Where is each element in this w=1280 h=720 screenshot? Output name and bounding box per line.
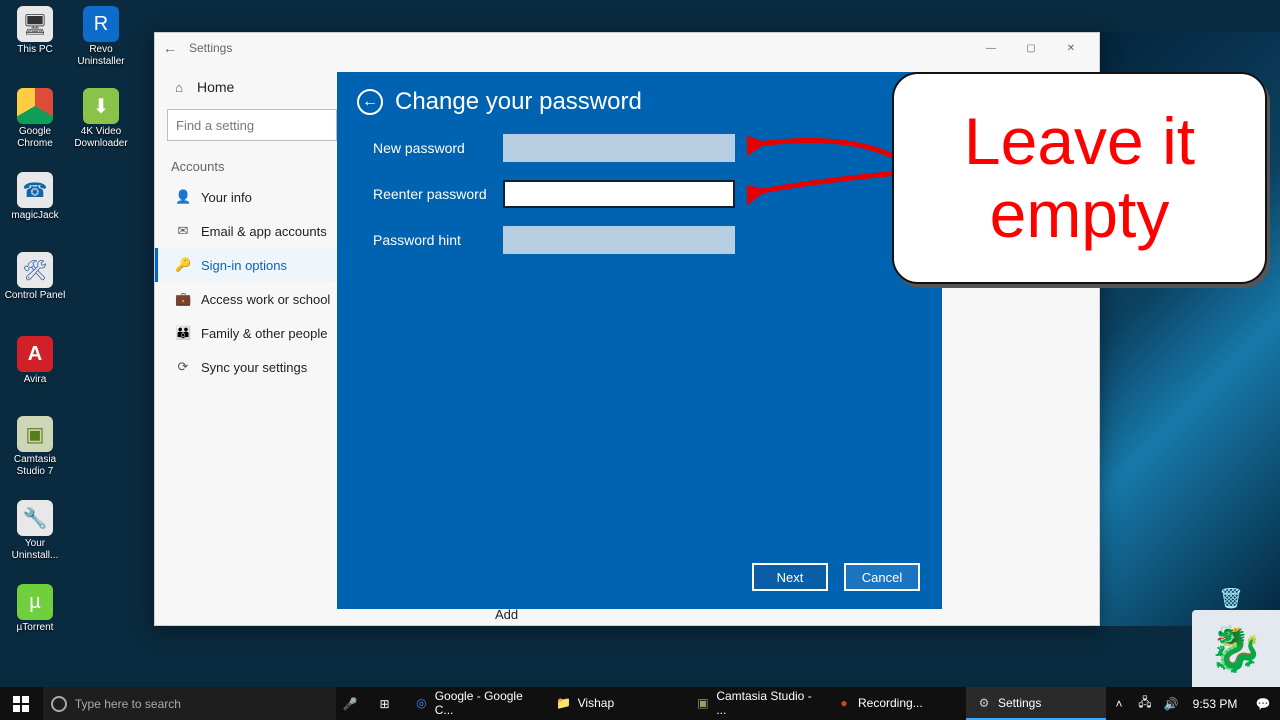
pc-icon: 🖥	[17, 6, 53, 42]
desktop-icon-4kvideo[interactable]: ⬇4K Video Downloader	[70, 88, 132, 150]
desktop-icon-camtasia[interactable]: ▣Camtasia Studio 7	[4, 416, 66, 478]
taskbar-search[interactable]: Type here to search	[43, 687, 336, 720]
folder-task-icon: 📁	[556, 695, 572, 711]
magicjack-icon: ☎	[17, 172, 53, 208]
4k-icon: ⬇	[83, 88, 119, 124]
tray-volume-icon[interactable]: 🔊	[1158, 697, 1184, 711]
sync-icon: ⟳	[175, 359, 191, 375]
task-chrome[interactable]: ◎Google - Google C...	[404, 687, 546, 720]
tray-network-icon[interactable]: 🖧	[1132, 693, 1158, 714]
chrome-task-icon: ◎	[414, 695, 429, 711]
minimize-button[interactable]: —	[971, 34, 1011, 62]
your-uninstaller-icon: 🔧	[17, 500, 53, 536]
desktop-icon-utorrent[interactable]: µµTorrent	[4, 584, 66, 634]
cancel-button[interactable]: Cancel	[844, 563, 920, 591]
search-icon	[51, 696, 67, 712]
email-icon: ✉	[175, 223, 191, 239]
new-password-input[interactable]	[503, 134, 735, 162]
task-explorer[interactable]: 📁Vishap	[546, 687, 686, 720]
cortana-mic[interactable]: 🎤	[336, 687, 365, 720]
control-panel-icon: 🛠	[17, 252, 53, 288]
utorrent-icon: µ	[17, 584, 53, 620]
nav-access-work-school[interactable]: 💼Access work or school	[167, 282, 355, 316]
annotation-callout: Leave it empty	[892, 72, 1267, 284]
settings-sidebar: ⌂ Home Find a setting Accounts 👤Your inf…	[155, 63, 355, 625]
nav-your-info[interactable]: 👤Your info	[167, 180, 355, 214]
task-view-button[interactable]: ⊞	[365, 687, 404, 720]
your-info-icon: 👤	[175, 189, 191, 205]
camtasia-icon: ▣	[17, 416, 53, 452]
taskbar-tasks: ◎Google - Google C... 📁Vishap ▣Camtasia …	[404, 687, 1106, 720]
start-button[interactable]	[0, 687, 43, 720]
chrome-icon	[17, 88, 53, 124]
password-hint-input[interactable]	[503, 226, 735, 254]
desktop-icon-avira[interactable]: AAvira	[4, 336, 66, 386]
home-label: Home	[197, 79, 234, 95]
maximize-button[interactable]: ▢	[1011, 34, 1051, 62]
desktop-icon-chrome[interactable]: Google Chrome	[4, 88, 66, 150]
taskbar: Type here to search 🎤 ⊞ ◎Google - Google…	[0, 687, 1280, 720]
desktop-icon-magicjack[interactable]: ☎magicJack	[4, 172, 66, 222]
sidebar-section-title: Accounts	[167, 155, 355, 180]
taskbar-clock[interactable]: 9:53 PM	[1184, 697, 1246, 711]
nav-sync[interactable]: ⟳Sync your settings	[167, 350, 355, 384]
signin-icon: 🔑	[175, 257, 191, 273]
system-tray: ˄ 🖧 🔊 9:53 PM 💬	[1106, 687, 1280, 720]
reenter-password-input[interactable]	[503, 180, 735, 208]
watermark-logo: 🐉	[1192, 610, 1280, 687]
recording-task-icon: ●	[836, 695, 852, 711]
home-icon: ⌂	[171, 80, 187, 95]
desktop-icon-control-panel[interactable]: 🛠Control Panel	[4, 252, 66, 302]
dialog-back-button[interactable]: ←	[357, 89, 383, 115]
change-password-dialog: ← Change your password New password Reen…	[337, 72, 942, 609]
find-a-setting-input[interactable]: Find a setting	[167, 109, 337, 141]
desktop-icon-this-pc[interactable]: 🖥This PC	[4, 6, 66, 56]
action-center-button[interactable]: 💬	[1246, 697, 1280, 711]
titlebar-back-icon[interactable]: ←	[163, 40, 177, 56]
camtasia-task-icon: ▣	[696, 695, 711, 711]
avira-icon: A	[17, 336, 53, 372]
content-add-label: Add	[495, 607, 518, 622]
family-icon: 👪	[175, 325, 191, 341]
new-password-label: New password	[373, 140, 503, 156]
desktop-icon-revo[interactable]: RRevo Uninstaller	[70, 6, 132, 68]
nav-sign-in-options[interactable]: 🔑Sign-in options	[155, 248, 355, 282]
task-recording[interactable]: ●Recording...	[826, 687, 966, 720]
reenter-password-label: Reenter password	[373, 186, 503, 202]
password-hint-label: Password hint	[373, 232, 503, 248]
window-title: Settings	[189, 41, 232, 55]
nav-family[interactable]: 👪Family & other people	[167, 316, 355, 350]
close-button[interactable]: ✕	[1051, 34, 1091, 62]
settings-titlebar: ← Settings — ▢ ✕	[155, 33, 1099, 63]
dialog-title: Change your password	[395, 88, 642, 116]
task-camtasia[interactable]: ▣Camtasia Studio - ...	[686, 687, 826, 720]
task-settings[interactable]: ⚙Settings	[966, 687, 1106, 720]
tray-chevron[interactable]: ˄	[1106, 697, 1132, 711]
revo-icon: R	[83, 6, 119, 42]
windows-icon	[13, 696, 29, 712]
settings-task-icon: ⚙	[976, 695, 992, 711]
search-placeholder: Type here to search	[75, 697, 181, 711]
desktop-icon-your-uninstaller[interactable]: 🔧Your Uninstall...	[4, 500, 66, 562]
next-button[interactable]: Next	[752, 563, 828, 591]
callout-text: Leave it empty	[894, 105, 1265, 250]
work-icon: 💼	[175, 291, 191, 307]
nav-email-accounts[interactable]: ✉Email & app accounts	[167, 214, 355, 248]
sidebar-home[interactable]: ⌂ Home	[167, 71, 355, 103]
